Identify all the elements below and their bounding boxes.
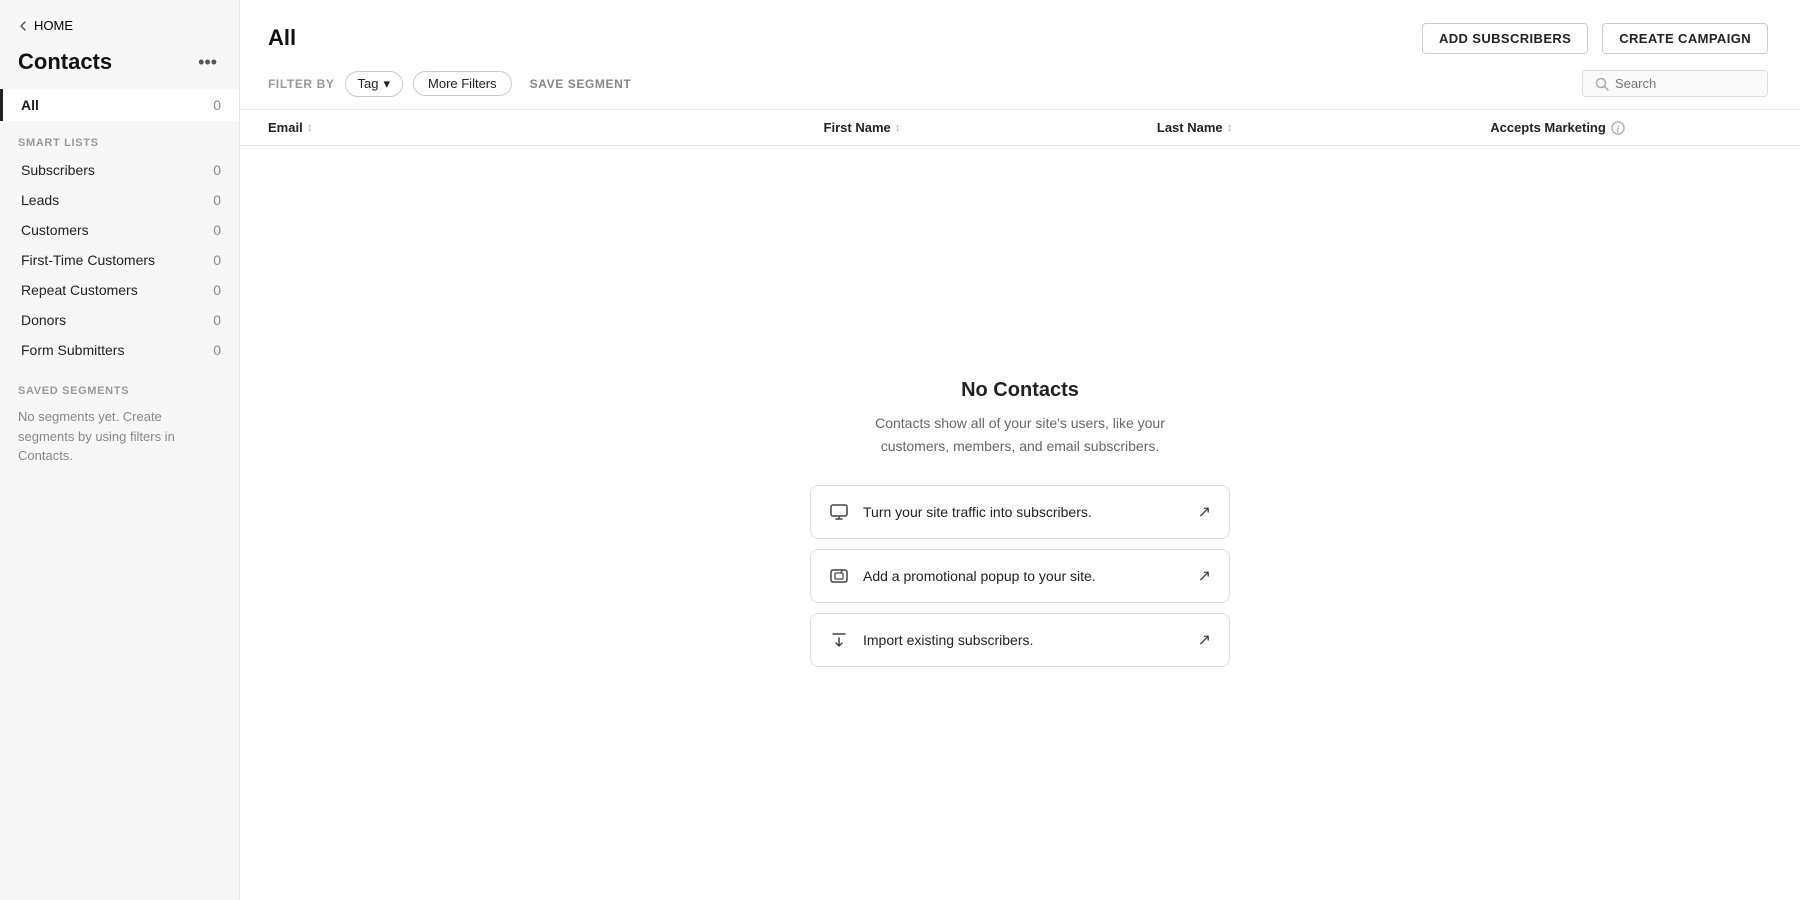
saved-segments-label: SAVED SEGMENTS	[0, 365, 239, 403]
saved-segments-text: No segments yet. Create segments by usin…	[0, 403, 239, 476]
sidebar-item-count: 0	[213, 222, 221, 238]
action-card-2[interactable]: Import existing subscribers. ↗	[810, 613, 1230, 667]
action-card-left: Add a promotional popup to your site.	[829, 566, 1096, 586]
accepts-marketing-column-header: Accepts Marketing i	[1490, 120, 1768, 135]
topbar-actions: ADD SUBSCRIBERS CREATE CAMPAIGN	[1422, 23, 1768, 54]
sidebar-item-count: 0	[213, 282, 221, 298]
email-column-header: Email ↕	[268, 120, 824, 135]
sidebar-item-count: 0	[213, 252, 221, 268]
search-wrap	[1582, 70, 1768, 97]
action-card-left: Import existing subscribers.	[829, 630, 1033, 650]
search-icon	[1595, 77, 1609, 91]
more-icon: •••	[198, 52, 217, 72]
sidebar-item-count: 0	[213, 342, 221, 358]
filter-bar: FILTER BY Tag ▾ More Filters SAVE SEGMEN…	[240, 56, 1800, 110]
tag-filter-button[interactable]: Tag ▾	[345, 71, 404, 97]
tag-label: Tag	[358, 76, 379, 91]
empty-description: Contacts show all of your site's users, …	[850, 412, 1190, 457]
sidebar-item-count: 0	[213, 192, 221, 208]
back-label: HOME	[34, 18, 73, 33]
action-card-left: Turn your site traffic into subscribers.	[829, 502, 1092, 522]
sidebar-item-label: Customers	[21, 222, 89, 238]
more-filters-button[interactable]: More Filters	[413, 71, 512, 96]
empty-title: No Contacts	[961, 379, 1079, 402]
action-card-label: Import existing subscribers.	[863, 632, 1033, 648]
sidebar-item-donors[interactable]: Donors 0	[0, 305, 239, 335]
add-subscribers-button[interactable]: ADD SUBSCRIBERS	[1422, 23, 1588, 54]
action-card-label: Add a promotional popup to your site.	[863, 568, 1096, 584]
firstname-sort-icon: ↕	[895, 122, 901, 134]
chevron-left-icon	[18, 21, 28, 31]
sidebar-item-first-time-customers[interactable]: First-Time Customers 0	[0, 245, 239, 275]
import-icon	[829, 630, 849, 650]
action-card-label: Turn your site traffic into subscribers.	[863, 504, 1092, 520]
sidebar-header: Contacts •••	[0, 43, 239, 89]
empty-state: No Contacts Contacts show all of your si…	[240, 146, 1800, 900]
action-card-arrow-icon: ↗	[1198, 502, 1211, 522]
main-topbar: All ADD SUBSCRIBERS CREATE CAMPAIGN	[240, 0, 1800, 56]
sidebar-item-subscribers[interactable]: Subscribers 0	[0, 155, 239, 185]
tag-dropdown-icon: ▾	[383, 76, 390, 92]
create-campaign-button[interactable]: CREATE CAMPAIGN	[1602, 23, 1768, 54]
action-card-0[interactable]: Turn your site traffic into subscribers.…	[810, 485, 1230, 539]
sidebar-item-label: Repeat Customers	[21, 282, 138, 298]
smart-lists-label: SMART LISTS	[0, 121, 239, 155]
action-card-arrow-icon: ↗	[1198, 566, 1211, 586]
smart-lists-container: Subscribers0Leads0Customers0First-Time C…	[0, 155, 239, 365]
sidebar-item-customers[interactable]: Customers 0	[0, 215, 239, 245]
action-card-arrow-icon: ↗	[1198, 630, 1211, 650]
filter-by-label: FILTER BY	[268, 77, 335, 91]
monitor-icon	[829, 502, 849, 522]
firstname-column-header: First Name ↕	[824, 120, 1157, 135]
sidebar-item-label: Subscribers	[21, 162, 95, 178]
popup-icon	[829, 566, 849, 586]
back-home-button[interactable]: HOME	[0, 0, 239, 43]
sidebar-item-leads[interactable]: Leads 0	[0, 185, 239, 215]
save-segment-button[interactable]: SAVE SEGMENT	[522, 73, 640, 95]
action-cards: Turn your site traffic into subscribers.…	[810, 485, 1230, 667]
all-count: 0	[213, 97, 221, 113]
sidebar-item-label: Leads	[21, 192, 59, 208]
sidebar-item-label: Form Submitters	[21, 342, 124, 358]
action-card-1[interactable]: Add a promotional popup to your site. ↗	[810, 549, 1230, 603]
sidebar-title: Contacts	[18, 49, 112, 75]
sidebar-item-all[interactable]: All 0	[0, 89, 239, 121]
sidebar-item-count: 0	[213, 312, 221, 328]
main-content: All ADD SUBSCRIBERS CREATE CAMPAIGN FILT…	[240, 0, 1800, 900]
email-sort-icon: ↕	[307, 122, 313, 134]
all-label: All	[21, 97, 39, 113]
search-input[interactable]	[1615, 76, 1755, 91]
sidebar-more-button[interactable]: •••	[194, 51, 221, 73]
sidebar-item-count: 0	[213, 162, 221, 178]
lastname-column-header: Last Name ↕	[1157, 120, 1490, 135]
page-title: All	[268, 25, 296, 51]
sidebar-item-label: First-Time Customers	[21, 252, 155, 268]
info-icon: i	[1611, 121, 1625, 135]
table-header: Email ↕ First Name ↕ Last Name ↕ Accepts…	[240, 110, 1800, 146]
sidebar-item-label: Donors	[21, 312, 66, 328]
sidebar-item-form-submitters[interactable]: Form Submitters 0	[0, 335, 239, 365]
lastname-sort-icon: ↕	[1227, 122, 1233, 134]
svg-text:i: i	[1617, 124, 1620, 134]
sidebar-item-repeat-customers[interactable]: Repeat Customers 0	[0, 275, 239, 305]
sidebar: HOME Contacts ••• All 0 SMART LISTS Subs…	[0, 0, 240, 900]
